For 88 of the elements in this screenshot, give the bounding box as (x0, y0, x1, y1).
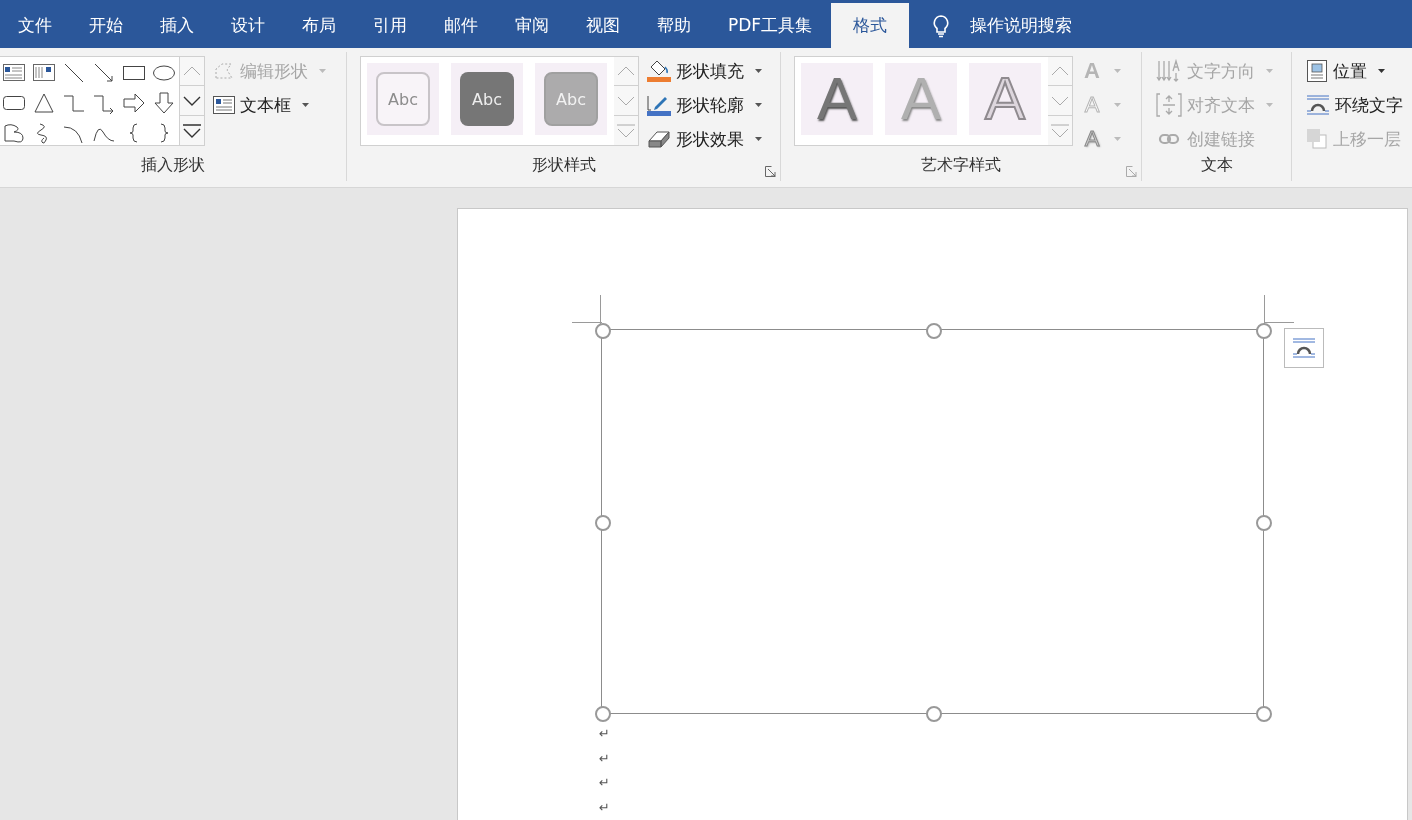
link-icon (1156, 131, 1182, 147)
wordart-preview: A (817, 64, 857, 134)
pencil-icon (647, 93, 671, 117)
group-label: 艺术字样式 (920, 155, 1002, 176)
chevron-down-icon (617, 95, 635, 106)
group-label: 文本 (1199, 155, 1234, 176)
scroll-up-button[interactable] (1048, 56, 1073, 86)
expand-gallery-icon (617, 123, 635, 138)
right-arrow-icon[interactable] (122, 91, 146, 115)
caret-icon (1266, 103, 1273, 107)
expand-gallery-icon (1051, 123, 1069, 138)
wrap-text-button[interactable]: 环绕文字 (1306, 90, 1403, 120)
paragraph-mark: ↵ (599, 798, 611, 817)
chevron-up-icon (183, 66, 201, 76)
edit-points-icon (213, 61, 235, 81)
shape-outline-button[interactable]: 形状轮廓 (647, 90, 762, 120)
resize-handle[interactable] (595, 514, 611, 531)
style-preview: Abc (544, 72, 598, 126)
shape-fill-button[interactable]: 形状填充 (647, 56, 762, 86)
paragraph-mark: ↵ (599, 749, 611, 768)
dialog-launcher-icon[interactable] (765, 166, 776, 177)
shape-effects-button[interactable]: 形状效果 (647, 124, 762, 154)
caret-icon (1266, 69, 1273, 73)
align-text-icon (1156, 93, 1182, 117)
ribbon-tab[interactable]: 审阅 (497, 3, 567, 48)
caret-icon (1378, 69, 1385, 73)
ribbon-tab[interactable]: 视图 (568, 3, 638, 48)
paint-bucket-icon (647, 59, 671, 83)
group-label: 形状样式 (530, 155, 597, 176)
ribbon-tab[interactable]: 邮件 (426, 3, 496, 48)
arrow-line-icon[interactable] (92, 61, 116, 85)
chevron-up-icon (1051, 66, 1069, 76)
caret-icon (755, 137, 762, 141)
shape-style-option[interactable]: Abc (451, 63, 523, 135)
ribbon-tab[interactable]: 文件 (0, 3, 70, 48)
resize-handle[interactable] (595, 706, 611, 722)
text-direction-icon (1156, 59, 1182, 83)
freeform-icon[interactable] (2, 121, 26, 145)
expand-gallery-icon (183, 123, 201, 138)
resize-handle[interactable] (925, 706, 942, 722)
text-box-button[interactable]: 文本框 (213, 90, 326, 120)
wrap-text-icon (1306, 94, 1330, 116)
tell-me-search[interactable]: 操作说明搜索 (932, 3, 1073, 48)
caret-icon (1114, 103, 1121, 107)
caret-icon (319, 69, 326, 73)
bring-forward-icon (1306, 128, 1328, 150)
gallery-more-button[interactable] (180, 116, 205, 146)
group-label: 插入形状 (140, 155, 206, 176)
scroll-up-button[interactable] (614, 56, 639, 86)
resize-handle[interactable] (595, 323, 611, 339)
ribbon-tab[interactable]: 帮助 (639, 3, 709, 48)
paragraph-mark: ↵ (599, 774, 611, 792)
resize-handle[interactable] (1256, 323, 1272, 339)
wordart-preview: A (901, 64, 941, 134)
down-arrow-icon[interactable] (152, 91, 176, 115)
resize-handle[interactable] (1256, 514, 1272, 531)
style-preview: Abc (376, 72, 430, 126)
ribbon-tab[interactable]: 设计 (213, 3, 283, 48)
ribbon-tab[interactable]: 插入 (142, 3, 212, 48)
triangle-icon[interactable] (32, 91, 56, 115)
ribbon-tab[interactable]: 引用 (355, 3, 425, 48)
effects-icon (647, 128, 671, 150)
paragraph-mark: ↵ (599, 725, 611, 743)
wrap-text-icon (1292, 337, 1316, 359)
wordart-preview: A (985, 64, 1025, 134)
resize-handle[interactable] (925, 323, 942, 339)
resize-handle[interactable] (1256, 706, 1272, 722)
ribbon-tab[interactable]: 开始 (71, 3, 141, 48)
ribbon-tab[interactable]: 布局 (284, 3, 354, 48)
chevron-up-icon (617, 66, 635, 76)
caret-icon (1114, 137, 1121, 141)
chevron-down-icon (1051, 95, 1069, 106)
caret-icon (755, 69, 762, 73)
style-preview: Abc (460, 72, 514, 126)
line-icon[interactable] (62, 61, 86, 85)
textbox-icon (213, 96, 235, 114)
caret-icon (302, 103, 309, 107)
position-icon (1306, 59, 1328, 83)
layout-options-button[interactable] (1284, 328, 1324, 368)
chevron-down-icon (183, 95, 201, 106)
caret-icon (755, 103, 762, 107)
position-button[interactable]: 位置 (1306, 56, 1403, 86)
scroll-down-button[interactable] (180, 86, 205, 116)
lightbulb-icon (932, 13, 951, 38)
wordart-style-option[interactable]: A (801, 63, 873, 135)
caret-icon (1114, 69, 1121, 73)
ribbon-tab[interactable]: PDF工具集 (710, 3, 831, 48)
ribbon-tab[interactable]: 格式 (831, 3, 910, 48)
